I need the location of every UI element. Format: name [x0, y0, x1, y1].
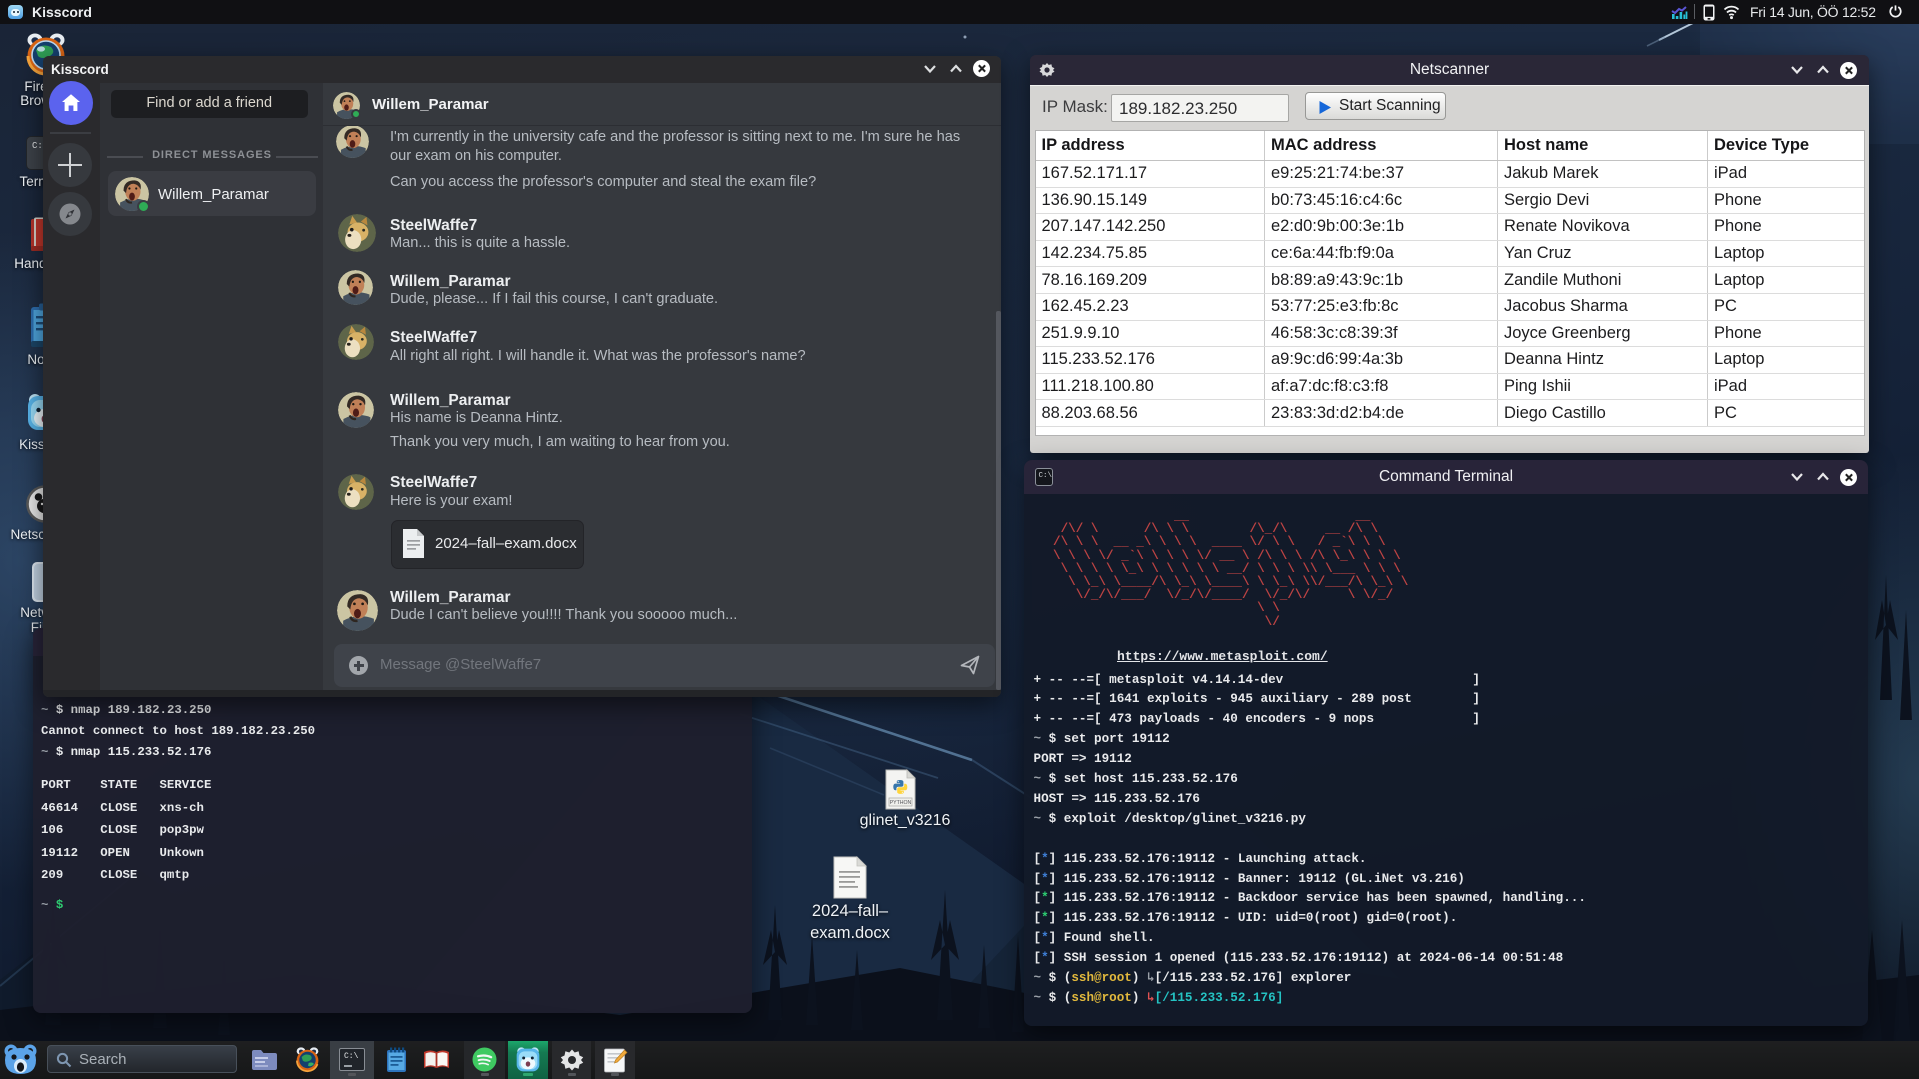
- svg-text:PYTHON: PYTHON: [890, 800, 912, 806]
